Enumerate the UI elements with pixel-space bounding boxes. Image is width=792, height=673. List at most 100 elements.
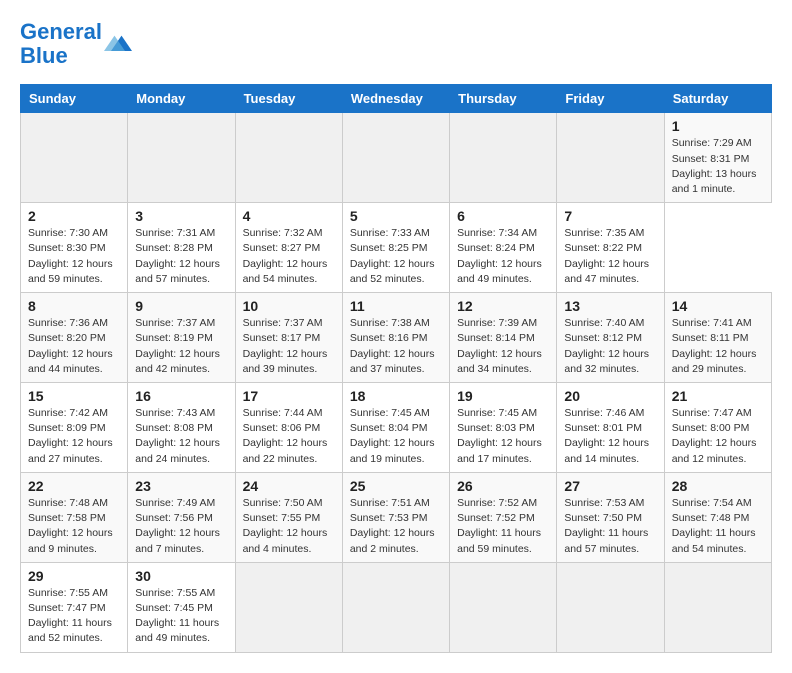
calendar-cell: 9 Sunrise: 7:37 AMSunset: 8:19 PMDayligh… — [128, 293, 235, 383]
calendar-cell: 17 Sunrise: 7:44 AMSunset: 8:06 PMDaylig… — [235, 383, 342, 473]
day-number: 16 — [135, 388, 227, 404]
day-info: Sunrise: 7:54 AMSunset: 7:48 PMDaylight:… — [672, 496, 764, 557]
column-header-wednesday: Wednesday — [342, 85, 449, 113]
day-number: 18 — [350, 388, 442, 404]
calendar-cell — [235, 113, 342, 203]
calendar-cell: 10 Sunrise: 7:37 AMSunset: 8:17 PMDaylig… — [235, 293, 342, 383]
calendar-cell: 19 Sunrise: 7:45 AMSunset: 8:03 PMDaylig… — [450, 383, 557, 473]
day-info: Sunrise: 7:51 AMSunset: 7:53 PMDaylight:… — [350, 496, 442, 557]
day-info: Sunrise: 7:55 AMSunset: 7:47 PMDaylight:… — [28, 586, 120, 647]
calendar-cell — [450, 113, 557, 203]
day-number: 6 — [457, 208, 549, 224]
column-header-monday: Monday — [128, 85, 235, 113]
calendar-cell: 3 Sunrise: 7:31 AMSunset: 8:28 PMDayligh… — [128, 203, 235, 293]
day-number: 15 — [28, 388, 120, 404]
calendar-cell: 30 Sunrise: 7:55 AMSunset: 7:45 PMDaylig… — [128, 562, 235, 652]
calendar-cell: 21 Sunrise: 7:47 AMSunset: 8:00 PMDaylig… — [664, 383, 771, 473]
calendar-cell: 23 Sunrise: 7:49 AMSunset: 7:56 PMDaylig… — [128, 472, 235, 562]
day-info: Sunrise: 7:35 AMSunset: 8:22 PMDaylight:… — [564, 226, 656, 287]
day-info: Sunrise: 7:36 AMSunset: 8:20 PMDaylight:… — [28, 316, 120, 377]
calendar-week-1: 2 Sunrise: 7:30 AMSunset: 8:30 PMDayligh… — [21, 203, 772, 293]
calendar-week-2: 8 Sunrise: 7:36 AMSunset: 8:20 PMDayligh… — [21, 293, 772, 383]
day-info: Sunrise: 7:47 AMSunset: 8:00 PMDaylight:… — [672, 406, 764, 467]
day-info: Sunrise: 7:45 AMSunset: 8:04 PMDaylight:… — [350, 406, 442, 467]
day-number: 24 — [243, 478, 335, 494]
calendar-cell: 25 Sunrise: 7:51 AMSunset: 7:53 PMDaylig… — [342, 472, 449, 562]
day-number: 29 — [28, 568, 120, 584]
day-info: Sunrise: 7:38 AMSunset: 8:16 PMDaylight:… — [350, 316, 442, 377]
calendar-week-5: 29 Sunrise: 7:55 AMSunset: 7:47 PMDaylig… — [21, 562, 772, 652]
calendar-table: SundayMondayTuesdayWednesdayThursdayFrid… — [20, 84, 772, 652]
day-number: 19 — [457, 388, 549, 404]
calendar-cell: 20 Sunrise: 7:46 AMSunset: 8:01 PMDaylig… — [557, 383, 664, 473]
day-number: 27 — [564, 478, 656, 494]
calendar-cell: 4 Sunrise: 7:32 AMSunset: 8:27 PMDayligh… — [235, 203, 342, 293]
day-number: 25 — [350, 478, 442, 494]
day-number: 21 — [672, 388, 764, 404]
day-info: Sunrise: 7:39 AMSunset: 8:14 PMDaylight:… — [457, 316, 549, 377]
calendar-cell — [450, 562, 557, 652]
calendar-cell: 18 Sunrise: 7:45 AMSunset: 8:04 PMDaylig… — [342, 383, 449, 473]
day-number: 5 — [350, 208, 442, 224]
day-info: Sunrise: 7:55 AMSunset: 7:45 PMDaylight:… — [135, 586, 227, 647]
column-header-thursday: Thursday — [450, 85, 557, 113]
calendar-cell — [557, 562, 664, 652]
calendar-cell: 2 Sunrise: 7:30 AMSunset: 8:30 PMDayligh… — [21, 203, 128, 293]
day-number: 20 — [564, 388, 656, 404]
day-number: 8 — [28, 298, 120, 314]
day-info: Sunrise: 7:50 AMSunset: 7:55 PMDaylight:… — [243, 496, 335, 557]
logo-icon — [104, 30, 132, 58]
day-info: Sunrise: 7:44 AMSunset: 8:06 PMDaylight:… — [243, 406, 335, 467]
day-number: 23 — [135, 478, 227, 494]
column-header-saturday: Saturday — [664, 85, 771, 113]
calendar-week-0: 1 Sunrise: 7:29 AMSunset: 8:31 PMDayligh… — [21, 113, 772, 203]
day-info: Sunrise: 7:49 AMSunset: 7:56 PMDaylight:… — [135, 496, 227, 557]
day-number: 30 — [135, 568, 227, 584]
calendar-cell: 15 Sunrise: 7:42 AMSunset: 8:09 PMDaylig… — [21, 383, 128, 473]
day-info: Sunrise: 7:52 AMSunset: 7:52 PMDaylight:… — [457, 496, 549, 557]
calendar-cell: 14 Sunrise: 7:41 AMSunset: 8:11 PMDaylig… — [664, 293, 771, 383]
calendar-cell: 11 Sunrise: 7:38 AMSunset: 8:16 PMDaylig… — [342, 293, 449, 383]
calendar-cell — [128, 113, 235, 203]
day-number: 14 — [672, 298, 764, 314]
day-info: Sunrise: 7:46 AMSunset: 8:01 PMDaylight:… — [564, 406, 656, 467]
calendar-cell — [342, 562, 449, 652]
calendar-cell — [235, 562, 342, 652]
day-number: 26 — [457, 478, 549, 494]
day-info: Sunrise: 7:43 AMSunset: 8:08 PMDaylight:… — [135, 406, 227, 467]
day-info: Sunrise: 7:34 AMSunset: 8:24 PMDaylight:… — [457, 226, 549, 287]
day-info: Sunrise: 7:31 AMSunset: 8:28 PMDaylight:… — [135, 226, 227, 287]
day-number: 3 — [135, 208, 227, 224]
calendar-cell: 16 Sunrise: 7:43 AMSunset: 8:08 PMDaylig… — [128, 383, 235, 473]
day-info: Sunrise: 7:45 AMSunset: 8:03 PMDaylight:… — [457, 406, 549, 467]
day-number: 2 — [28, 208, 120, 224]
calendar-cell: 24 Sunrise: 7:50 AMSunset: 7:55 PMDaylig… — [235, 472, 342, 562]
calendar-cell: 13 Sunrise: 7:40 AMSunset: 8:12 PMDaylig… — [557, 293, 664, 383]
column-header-sunday: Sunday — [21, 85, 128, 113]
calendar-cell — [557, 113, 664, 203]
day-number: 22 — [28, 478, 120, 494]
calendar-week-4: 22 Sunrise: 7:48 AMSunset: 7:58 PMDaylig… — [21, 472, 772, 562]
day-info: Sunrise: 7:37 AMSunset: 8:17 PMDaylight:… — [243, 316, 335, 377]
calendar-cell: 6 Sunrise: 7:34 AMSunset: 8:24 PMDayligh… — [450, 203, 557, 293]
day-number: 28 — [672, 478, 764, 494]
day-number: 17 — [243, 388, 335, 404]
page-header: GeneralBlue — [20, 20, 772, 68]
day-number: 10 — [243, 298, 335, 314]
day-info: Sunrise: 7:37 AMSunset: 8:19 PMDaylight:… — [135, 316, 227, 377]
day-number: 12 — [457, 298, 549, 314]
day-info: Sunrise: 7:33 AMSunset: 8:25 PMDaylight:… — [350, 226, 442, 287]
calendar-cell: 28 Sunrise: 7:54 AMSunset: 7:48 PMDaylig… — [664, 472, 771, 562]
calendar-cell — [664, 562, 771, 652]
calendar-cell: 1 Sunrise: 7:29 AMSunset: 8:31 PMDayligh… — [664, 113, 771, 203]
calendar-cell: 26 Sunrise: 7:52 AMSunset: 7:52 PMDaylig… — [450, 472, 557, 562]
calendar-cell: 29 Sunrise: 7:55 AMSunset: 7:47 PMDaylig… — [21, 562, 128, 652]
day-number: 1 — [672, 118, 764, 134]
day-info: Sunrise: 7:40 AMSunset: 8:12 PMDaylight:… — [564, 316, 656, 377]
logo-text: GeneralBlue — [20, 20, 102, 68]
day-info: Sunrise: 7:48 AMSunset: 7:58 PMDaylight:… — [28, 496, 120, 557]
day-info: Sunrise: 7:41 AMSunset: 8:11 PMDaylight:… — [672, 316, 764, 377]
column-header-friday: Friday — [557, 85, 664, 113]
day-number: 7 — [564, 208, 656, 224]
calendar-cell: 27 Sunrise: 7:53 AMSunset: 7:50 PMDaylig… — [557, 472, 664, 562]
